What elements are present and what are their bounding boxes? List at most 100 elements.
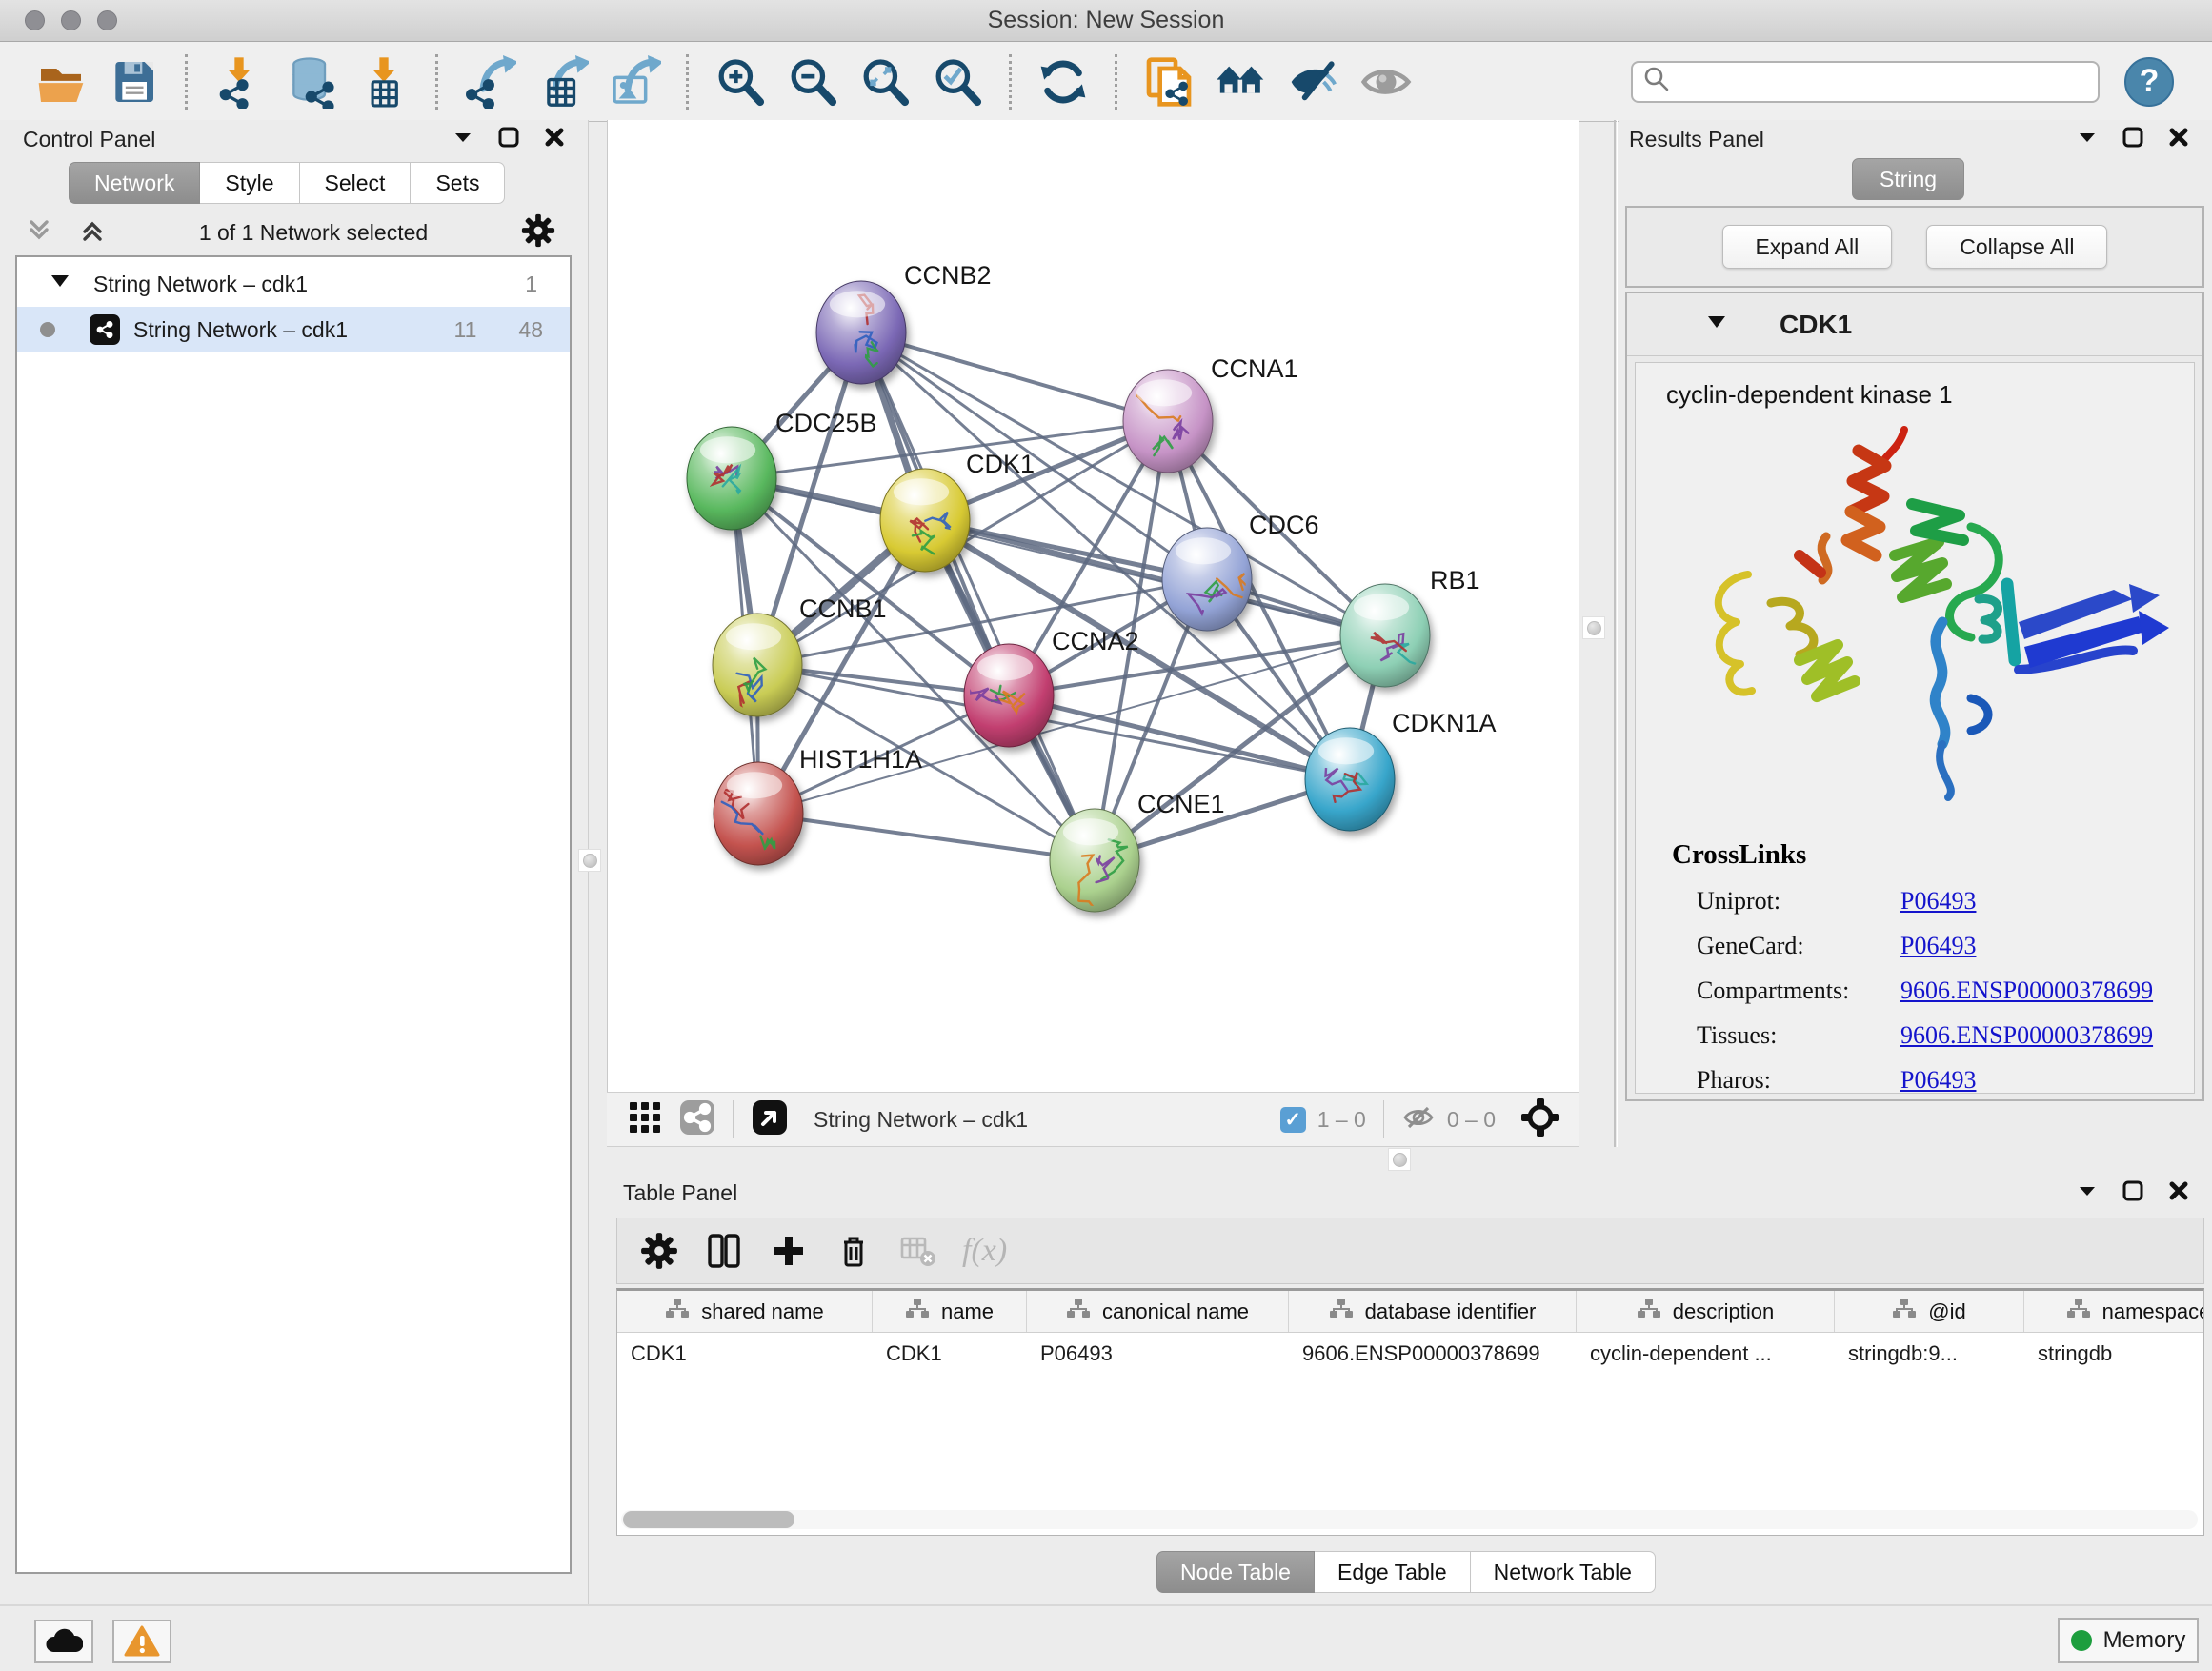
- export-network-button[interactable]: [460, 52, 519, 111]
- panel-menu-icon[interactable]: [2075, 1178, 2100, 1208]
- maximize-window-button[interactable]: [97, 10, 117, 30]
- gene-collapse-icon[interactable]: [1705, 311, 1728, 338]
- detach-view-icon[interactable]: [751, 1098, 789, 1141]
- crosslink-value-link[interactable]: P06493: [1900, 1066, 1976, 1095]
- open-button[interactable]: [31, 52, 90, 111]
- table-cell[interactable]: CDK1: [873, 1333, 1027, 1375]
- tab-style[interactable]: Style: [200, 162, 299, 204]
- table-cell[interactable]: P06493: [1027, 1333, 1289, 1375]
- edge-CCNB2-CCNA1[interactable]: [861, 332, 1168, 421]
- crosslink-value-link[interactable]: 9606.ENSP00000378699: [1900, 976, 2153, 1005]
- panel-close-icon[interactable]: [2166, 125, 2191, 154]
- node-CCNE1[interactable]: CCNE1: [1050, 790, 1225, 912]
- import-table-button[interactable]: [354, 52, 413, 111]
- table-row[interactable]: CDK1CDK1P064939606.ENSP00000378699cyclin…: [617, 1333, 2203, 1375]
- node-HIST1H1A[interactable]: HIST1H1A: [714, 745, 922, 865]
- zoom-selected-button[interactable]: [928, 52, 987, 111]
- minimize-window-button[interactable]: [61, 10, 81, 30]
- table-cell[interactable]: stringdb: [2024, 1333, 2204, 1375]
- collapse-all-button[interactable]: Collapse All: [1926, 225, 2107, 269]
- hide-eye-button[interactable]: [1284, 52, 1343, 111]
- show-eye-button[interactable]: [1357, 52, 1416, 111]
- node-CDC25B[interactable]: CDC25B: [687, 409, 877, 530]
- column-header-namespace[interactable]: namespace: [2024, 1291, 2204, 1332]
- tab-sets[interactable]: Sets: [411, 162, 505, 204]
- tab-select[interactable]: Select: [300, 162, 412, 204]
- show-columns-icon[interactable]: [703, 1230, 745, 1272]
- hidden-eye-icon[interactable]: [1401, 1100, 1436, 1139]
- gene-header-row[interactable]: CDK1: [1627, 293, 2202, 356]
- copy-network-button[interactable]: [1139, 52, 1198, 111]
- import-network-button[interactable]: [210, 52, 269, 111]
- birds-eye-toggle-icon[interactable]: [1520, 1097, 1560, 1142]
- tab-network-table[interactable]: Network Table: [1471, 1551, 1656, 1593]
- crosslink-value-link[interactable]: P06493: [1900, 887, 1976, 916]
- panel-float-icon[interactable]: [2121, 125, 2145, 154]
- refresh-button[interactable]: [1034, 52, 1093, 111]
- warning-button[interactable]: [112, 1620, 171, 1663]
- expand-all-icon[interactable]: [78, 216, 107, 250]
- network-canvas[interactable]: CCNB2CCNA1CDC25BCDK1CDC6RB1CCNB1CCNA2CDK…: [607, 120, 1579, 1092]
- column-header-database-identifier[interactable]: database identifier: [1289, 1291, 1577, 1332]
- tab-node-table[interactable]: Node Table: [1156, 1551, 1315, 1593]
- node-RB1[interactable]: RB1: [1340, 566, 1480, 687]
- edge-HIST1H1A-CCNE1[interactable]: [758, 814, 1095, 860]
- tab-string[interactable]: String: [1852, 158, 1964, 200]
- crosslink-value-link[interactable]: 9606.ENSP00000378699: [1900, 1021, 2153, 1050]
- scrollbar-thumb[interactable]: [623, 1511, 794, 1528]
- column-header-shared-name[interactable]: shared name: [617, 1291, 873, 1332]
- node-CDKN1A[interactable]: CDKN1A: [1305, 709, 1497, 831]
- create-column-icon[interactable]: [768, 1230, 810, 1272]
- tab-network[interactable]: Network: [69, 162, 200, 204]
- network-options-gear-icon[interactable]: [520, 212, 556, 253]
- zoom-fit-button[interactable]: [855, 52, 915, 111]
- collapse-all-icon[interactable]: [25, 216, 53, 250]
- export-table-button[interactable]: [533, 52, 592, 111]
- table-cell[interactable]: cyclin-dependent ...: [1577, 1333, 1835, 1375]
- close-window-button[interactable]: [25, 10, 45, 30]
- node-CCNA1[interactable]: CCNA1: [1123, 354, 1298, 473]
- grid-view-icon[interactable]: [628, 1100, 662, 1139]
- table-options-gear-icon[interactable]: [638, 1230, 680, 1272]
- save-button[interactable]: [104, 52, 163, 111]
- panel-menu-icon[interactable]: [2075, 125, 2100, 154]
- panel-menu-icon[interactable]: [451, 125, 475, 154]
- memory-button[interactable]: Memory: [2058, 1618, 2199, 1663]
- table-cell[interactable]: CDK1: [617, 1333, 873, 1375]
- panel-float-icon[interactable]: [2121, 1178, 2145, 1208]
- column-header-name[interactable]: name: [873, 1291, 1027, 1332]
- column-header-description[interactable]: description: [1577, 1291, 1835, 1332]
- node-CDK1[interactable]: CDK1: [880, 450, 1035, 572]
- left-splitter-handle[interactable]: [579, 850, 600, 871]
- bottom-splitter-handle[interactable]: [1389, 1149, 1410, 1170]
- zoom-out-button[interactable]: [783, 52, 842, 111]
- export-image-button[interactable]: [605, 52, 664, 111]
- import-database-button[interactable]: [282, 52, 341, 111]
- edge-CCNB2-CCNE1[interactable]: [861, 332, 1095, 860]
- network-row-selected[interactable]: String Network – cdk1 11 48: [17, 307, 570, 352]
- network-collection-row[interactable]: String Network – cdk1 1: [17, 261, 570, 307]
- table-cell[interactable]: stringdb:9...: [1835, 1333, 2024, 1375]
- delete-column-trash-icon[interactable]: [833, 1230, 875, 1272]
- tab-edge-table[interactable]: Edge Table: [1315, 1551, 1471, 1593]
- cloud-button[interactable]: [34, 1620, 93, 1663]
- zoom-in-button[interactable]: [711, 52, 770, 111]
- column-header-@id[interactable]: @id: [1835, 1291, 2024, 1332]
- selected-nodes-checkbox[interactable]: ✓: [1280, 1107, 1306, 1133]
- help-button[interactable]: ?: [2124, 57, 2174, 107]
- right-splitter-handle[interactable]: [1583, 617, 1604, 638]
- node-CCNB1[interactable]: CCNB1: [713, 594, 887, 716]
- crosslink-value-link[interactable]: P06493: [1900, 932, 1976, 960]
- expand-all-button[interactable]: Expand All: [1722, 225, 1893, 269]
- node-table[interactable]: shared namenamecanonical namedatabase id…: [616, 1288, 2204, 1536]
- search-input[interactable]: [1671, 70, 2088, 94]
- horizontal-scrollbar[interactable]: [621, 1510, 2198, 1529]
- table-cell[interactable]: 9606.ENSP00000378699: [1289, 1333, 1577, 1375]
- search-box[interactable]: [1631, 61, 2100, 103]
- panel-float-icon[interactable]: [496, 125, 521, 154]
- network-share-view-icon[interactable]: [679, 1099, 715, 1140]
- string-homes-button[interactable]: [1212, 52, 1271, 111]
- node-CCNB2[interactable]: CCNB2: [816, 261, 992, 384]
- panel-close-icon[interactable]: [2166, 1178, 2191, 1208]
- panel-close-icon[interactable]: [542, 125, 567, 154]
